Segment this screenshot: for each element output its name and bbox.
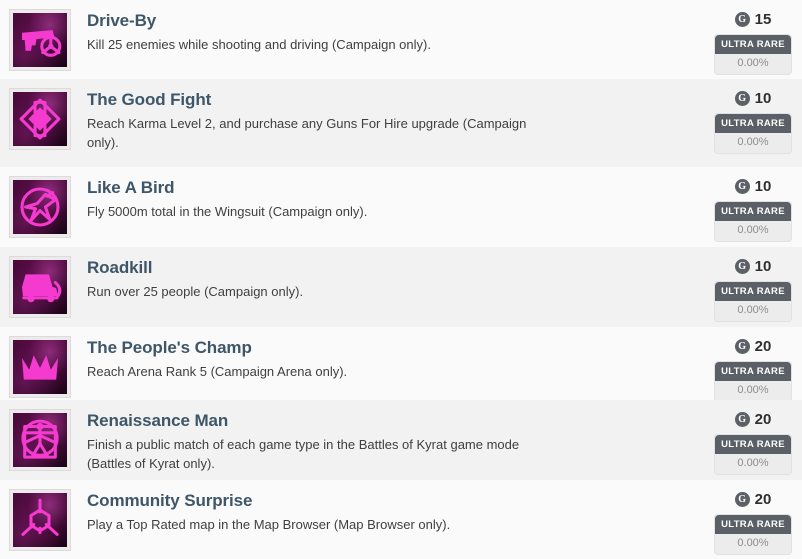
rarity-percent: 0.00% <box>715 534 791 554</box>
rarity-percent: 0.00% <box>715 221 791 241</box>
achievement-row[interactable]: The People's Champ Reach Arena Rank 5 (C… <box>0 327 802 402</box>
achievement-icon-frame <box>9 409 71 471</box>
achievement-row[interactable]: Community Surprise Play a Top Rated map … <box>0 480 802 559</box>
gamerscore: G 20 <box>734 336 772 356</box>
achievement-title: The Good Fight <box>87 90 212 109</box>
rarity-label: ULTRA RARE <box>715 515 791 534</box>
crown-icon <box>13 340 67 394</box>
achievement-title: Roadkill <box>87 258 153 277</box>
rarity-box: ULTRA RARE 0.00% <box>714 201 792 242</box>
gamerscore: G 15 <box>734 9 772 29</box>
gamerscore-value: 20 <box>754 337 772 355</box>
achievement-title: Like A Bird <box>87 178 175 197</box>
achievement-text: Renaissance Man Finish a public match of… <box>71 408 710 473</box>
rarity-label: ULTRA RARE <box>715 202 791 221</box>
achievement-meta: G 20 ULTRA RARE 0.00% <box>710 408 796 475</box>
achievement-meta: G 10 ULTRA RARE 0.00% <box>710 255 796 322</box>
gamerscore-value: 20 <box>754 410 772 428</box>
rarity-box: ULTRA RARE 0.00% <box>714 34 792 75</box>
wingsuit-icon <box>13 180 67 234</box>
achievement-text: Community Surprise Play a Top Rated map … <box>71 488 710 534</box>
network-node-icon <box>13 493 67 547</box>
achievement-row[interactable]: Renaissance Man Finish a public match of… <box>0 400 802 480</box>
rarity-label: ULTRA RARE <box>715 435 791 454</box>
gamerscore-value: 10 <box>754 177 772 195</box>
achievement-description: Finish a public match of each game type … <box>87 437 520 471</box>
gamerscore-g-icon: G <box>734 90 750 106</box>
gamerscore: G 20 <box>734 489 772 509</box>
achievement-icon-frame <box>9 88 71 150</box>
achievement-meta: G 20 ULTRA RARE 0.00% <box>710 335 796 402</box>
achievement-row[interactable]: Drive-By Kill 25 enemies while shooting … <box>0 0 802 79</box>
achievement-meta: G 10 ULTRA RARE 0.00% <box>710 175 796 242</box>
achievement-title: Renaissance Man <box>87 411 229 430</box>
achievement-title: The People's Champ <box>87 338 252 357</box>
achievement-icon-frame <box>9 489 71 551</box>
gamerscore-g-icon: G <box>734 491 750 507</box>
gamerscore-g-icon: G <box>734 338 750 354</box>
achievement-meta: G 20 ULTRA RARE 0.00% <box>710 488 796 555</box>
rarity-label: ULTRA RARE <box>715 282 791 301</box>
gamerscore: G 20 <box>734 409 772 429</box>
achievement-description: Reach Karma Level 2, and purchase any Gu… <box>87 116 527 150</box>
gamerscore: G 10 <box>734 88 772 108</box>
gamerscore-g-icon: G <box>734 411 750 427</box>
achievement-description: Fly 5000m total in the Wingsuit (Campaig… <box>87 204 368 219</box>
gamerscore-g-icon: G <box>734 258 750 274</box>
achievement-list: Drive-By Kill 25 enemies while shooting … <box>0 0 802 559</box>
achievement-icon-frame <box>9 256 71 318</box>
achievement-text: Drive-By Kill 25 enemies while shooting … <box>71 8 710 54</box>
achievement-text: The Good Fight Reach Karma Level 2, and … <box>71 87 710 152</box>
rarity-percent: 0.00% <box>715 381 791 401</box>
gamerscore: G 10 <box>734 176 772 196</box>
rarity-label: ULTRA RARE <box>715 35 791 54</box>
achievement-meta: G 15 ULTRA RARE 0.00% <box>710 8 796 75</box>
achievement-text: The People's Champ Reach Arena Rank 5 (C… <box>71 335 710 381</box>
rarity-percent: 0.00% <box>715 133 791 153</box>
achievement-text: Roadkill Run over 25 people (Campaign on… <box>71 255 710 301</box>
rarity-label: ULTRA RARE <box>715 114 791 133</box>
achievement-meta: G 10 ULTRA RARE 0.00% <box>710 87 796 154</box>
achievement-description: Reach Arena Rank 5 (Campaign Arena only)… <box>87 364 348 379</box>
gamerscore-g-icon: G <box>734 11 750 27</box>
achievement-icon-frame <box>9 176 71 238</box>
rarity-box: ULTRA RARE 0.00% <box>714 361 792 402</box>
achievement-row[interactable]: The Good Fight Reach Karma Level 2, and … <box>0 79 802 167</box>
gamerscore-value: 20 <box>754 490 772 508</box>
rarity-percent: 0.00% <box>715 454 791 474</box>
gamerscore-value: 15 <box>754 10 772 28</box>
truck-icon <box>13 260 67 314</box>
achievement-row[interactable]: Like A Bird Fly 5000m total in the Wings… <box>0 167 802 247</box>
gamerscore: G 10 <box>734 256 772 276</box>
rarity-percent: 0.00% <box>715 54 791 74</box>
achievement-icon-frame <box>9 336 71 398</box>
achievement-row[interactable]: Roadkill Run over 25 people (Campaign on… <box>0 247 802 327</box>
achievement-text: Like A Bird Fly 5000m total in the Wings… <box>71 175 710 221</box>
gamerscore-value: 10 <box>754 257 772 275</box>
achievement-description: Play a Top Rated map in the Map Browser … <box>87 517 451 532</box>
achievement-title: Drive-By <box>87 11 157 30</box>
rarity-label: ULTRA RARE <box>715 362 791 381</box>
gamerscore-g-icon: G <box>734 178 750 194</box>
rarity-percent: 0.00% <box>715 301 791 321</box>
vitruvian-man-icon <box>13 413 67 467</box>
rarity-box: ULTRA RARE 0.00% <box>714 514 792 555</box>
achievement-title: Community Surprise <box>87 491 253 510</box>
diamond-icon <box>13 92 67 146</box>
rarity-box: ULTRA RARE 0.00% <box>714 281 792 322</box>
achievement-icon-frame <box>9 9 71 71</box>
rarity-box: ULTRA RARE 0.00% <box>714 113 792 154</box>
achievement-description: Kill 25 enemies while shooting and drivi… <box>87 37 431 52</box>
gamerscore-value: 10 <box>754 89 772 107</box>
achievement-description: Run over 25 people (Campaign only). <box>87 284 304 299</box>
rarity-box: ULTRA RARE 0.00% <box>714 434 792 475</box>
pistol-steering-wheel-icon <box>13 13 67 67</box>
